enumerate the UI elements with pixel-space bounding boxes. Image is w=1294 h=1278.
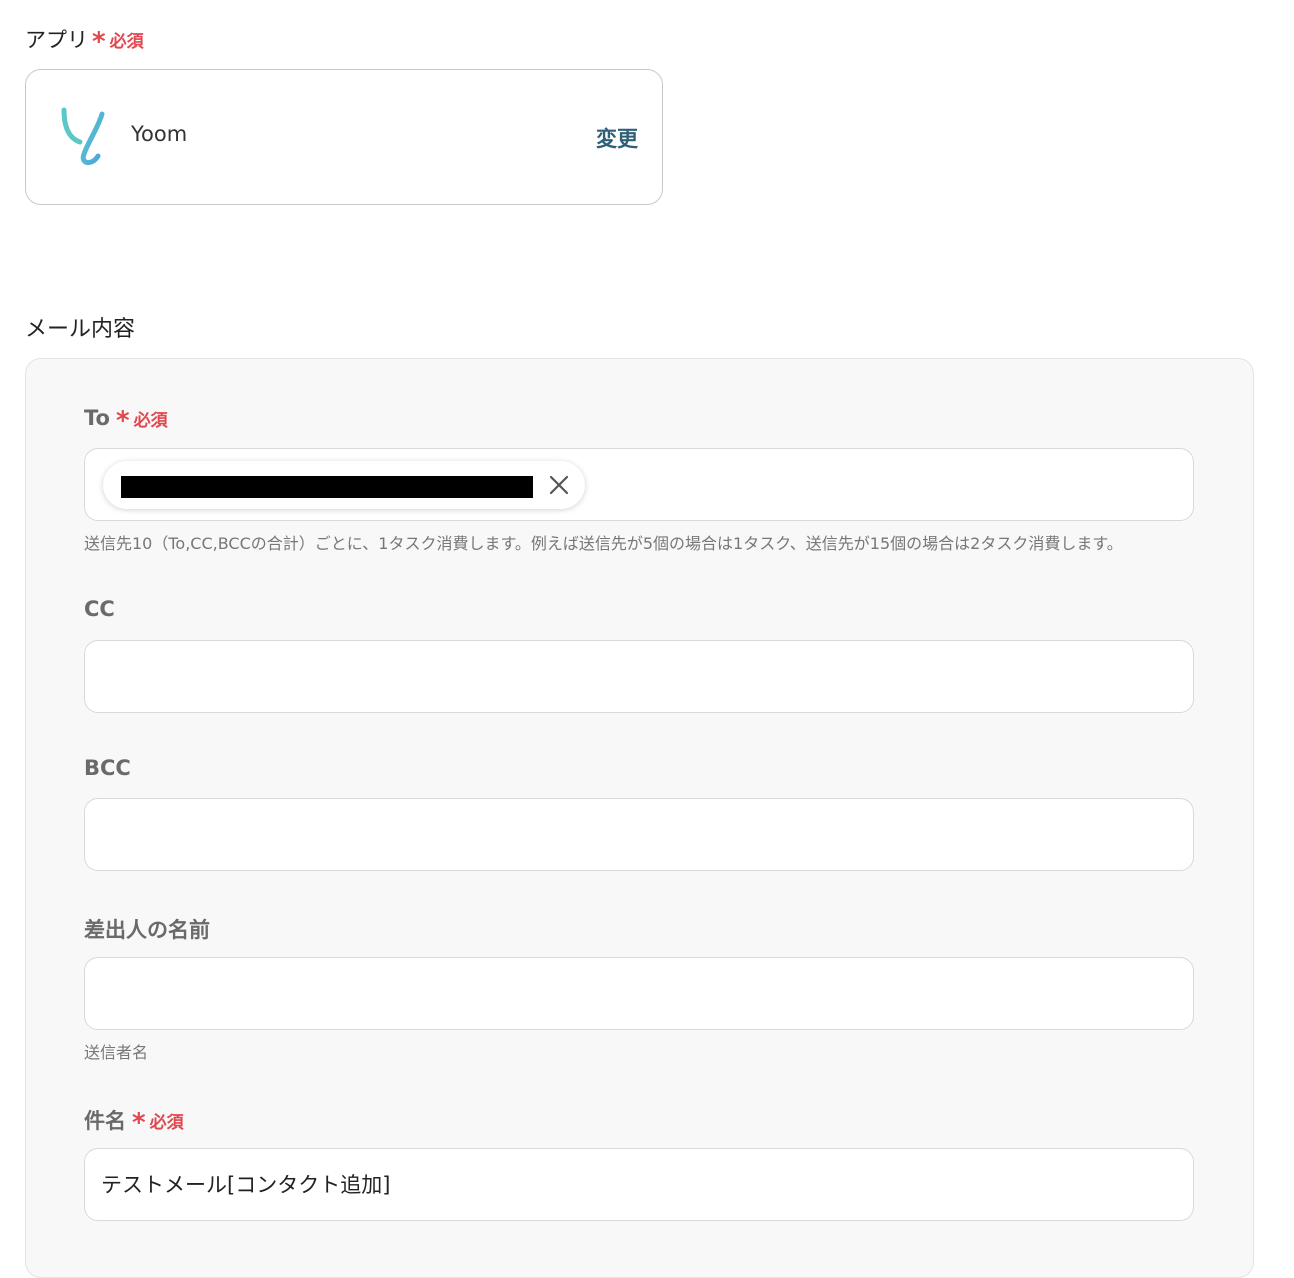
close-icon[interactable] bbox=[547, 473, 571, 497]
subject-input[interactable]: テストメール[コンタクト追加] bbox=[84, 1148, 1194, 1221]
required-indicator: * 必須 bbox=[92, 26, 144, 57]
sender-name-input[interactable] bbox=[84, 957, 1194, 1030]
required-text: 必須 bbox=[133, 410, 168, 431]
change-app-button[interactable]: 変更 bbox=[596, 123, 638, 153]
required-text: 必須 bbox=[149, 1112, 184, 1133]
to-label-row: To * 必須 bbox=[84, 405, 168, 436]
subject-label: 件名 bbox=[84, 1109, 126, 1133]
app-name: Yoom bbox=[131, 122, 188, 146]
cc-label: CC bbox=[84, 597, 115, 621]
app-label-row: アプリ * 必須 bbox=[25, 24, 144, 57]
redacted-email bbox=[121, 476, 533, 498]
bcc-label: BCC bbox=[84, 756, 131, 780]
mail-section-title: メール内容 bbox=[25, 317, 136, 342]
asterisk-icon: * bbox=[92, 27, 106, 57]
subject-value: テストメール[コンタクト追加] bbox=[101, 1173, 391, 1197]
bcc-input[interactable] bbox=[84, 798, 1194, 871]
required-indicator: * 必須 bbox=[115, 405, 168, 436]
to-input[interactable] bbox=[84, 448, 1194, 521]
required-text: 必須 bbox=[109, 31, 144, 52]
sender-name-hint: 送信者名 bbox=[84, 1043, 149, 1062]
app-card: Yoom 変更 bbox=[25, 69, 663, 205]
app-label: アプリ bbox=[25, 28, 88, 52]
required-indicator: * 必須 bbox=[132, 1107, 184, 1138]
recipient-chip bbox=[103, 461, 585, 509]
yoom-logo-icon bbox=[61, 107, 105, 165]
asterisk-icon: * bbox=[115, 406, 130, 436]
to-hint: 送信先10（To,CC,BCCの合計）ごとに、1タスク消費します。例えば送信先が… bbox=[84, 534, 1123, 553]
asterisk-icon: * bbox=[132, 1108, 146, 1138]
cc-input[interactable] bbox=[84, 640, 1194, 713]
sender-name-label: 差出人の名前 bbox=[84, 918, 210, 942]
subject-label-row: 件名 * 必須 bbox=[84, 1105, 184, 1138]
to-label: To bbox=[84, 406, 110, 430]
